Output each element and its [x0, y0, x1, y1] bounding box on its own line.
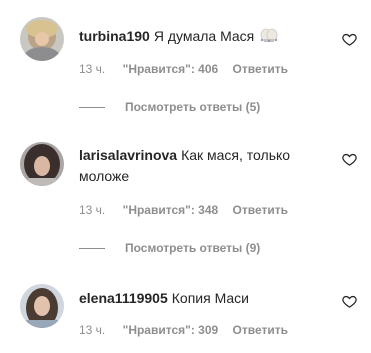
reply-button[interactable]: Ответить	[233, 323, 288, 337]
heart-outline-icon	[342, 295, 357, 308]
replies-divider	[79, 107, 105, 109]
comment-likes[interactable]: "Нравится": 309	[123, 323, 219, 337]
comment-meta: 13 ч. "Нравится": 406 Ответить	[79, 61, 288, 77]
comment-username[interactable]: turbina190	[79, 28, 150, 44]
comment-time[interactable]: 13 ч.	[79, 323, 105, 337]
comment-username[interactable]: elena1119905	[79, 290, 168, 306]
comment-likes[interactable]: "Нравится": 348	[123, 203, 219, 217]
heart-outline-icon	[342, 33, 357, 46]
avatar[interactable]	[20, 142, 64, 186]
comment-meta: 13 ч. "Нравится": 309 Ответить	[79, 322, 288, 338]
comment-body: Копия Маси	[171, 290, 250, 306]
view-replies-label: Посмотреть ответы (5)	[125, 100, 261, 114]
replies-divider	[79, 248, 105, 250]
like-button[interactable]	[342, 294, 357, 309]
view-replies-button[interactable]: Посмотреть ответы (9)	[79, 240, 260, 256]
comment-likes[interactable]: "Нравится": 406	[123, 62, 219, 76]
reply-button[interactable]: Ответить	[233, 62, 288, 76]
comment-username[interactable]: larisalavrinova	[79, 147, 177, 163]
comment-time[interactable]: 13 ч.	[79, 62, 105, 76]
view-replies-label: Посмотреть ответы (9)	[125, 241, 261, 255]
comment-meta: 13 ч. "Нравится": 348 Ответить	[79, 202, 288, 218]
comment-text: larisalavrinova Как мася, только моложе	[79, 145, 329, 187]
heart-outline-icon	[342, 153, 357, 166]
comment-body: Я думала Мася	[153, 28, 255, 44]
view-replies-button[interactable]: Посмотреть ответы (5)	[79, 99, 260, 115]
comment-time[interactable]: 13 ч.	[79, 203, 105, 217]
like-button[interactable]	[342, 152, 357, 167]
avatar[interactable]	[20, 17, 64, 61]
like-button[interactable]	[342, 32, 357, 47]
comment-text: turbina190 Я думала Мася	[79, 26, 329, 48]
reply-button[interactable]: Ответить	[233, 203, 288, 217]
comment-text: elena1119905 Копия Маси	[79, 288, 329, 309]
avatar[interactable]	[20, 284, 64, 328]
hands-emoji-icon	[258, 26, 280, 48]
